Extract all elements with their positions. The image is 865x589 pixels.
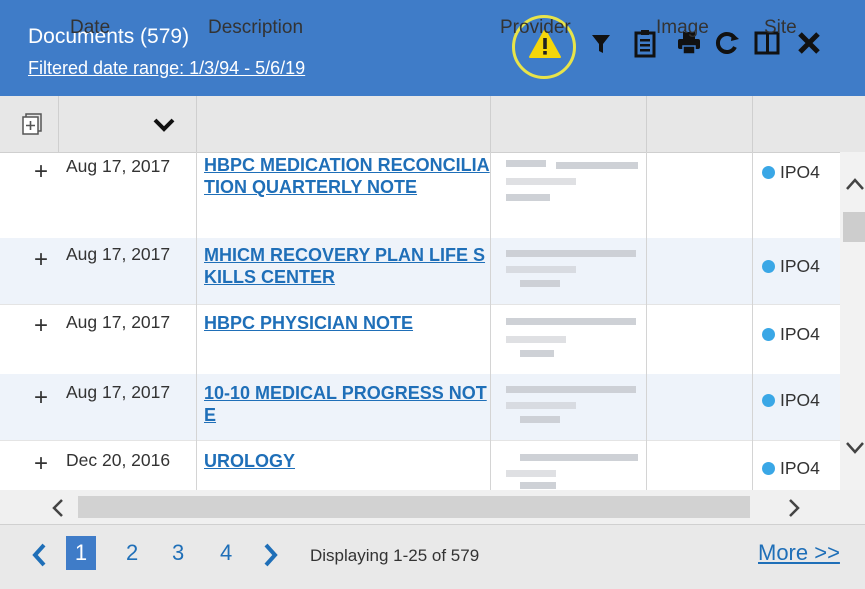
next-page-icon[interactable] xyxy=(262,542,280,568)
row-site: IPO4 xyxy=(762,458,820,479)
row-site: IPO4 xyxy=(762,162,820,183)
site-label: IPO4 xyxy=(780,256,820,276)
documents-table-body: + Aug 17, 2017 HBPC MEDICATION RECONCILI… xyxy=(0,152,840,490)
column-divider xyxy=(490,152,491,490)
column-divider xyxy=(196,96,197,152)
close-icon[interactable] xyxy=(794,27,824,59)
table-row[interactable]: + Dec 20, 2016 UROLOGY IPO4 xyxy=(0,440,840,490)
column-divider xyxy=(646,152,647,490)
scroll-right-icon[interactable] xyxy=(786,498,802,518)
row-description-link[interactable]: HBPC MEDICATION RECONCILIATION QUARTERLY… xyxy=(204,154,492,198)
provider-redacted xyxy=(500,246,642,294)
column-divider xyxy=(752,152,753,490)
expand-all-icon[interactable] xyxy=(22,113,42,135)
table-row[interactable]: + Aug 17, 2017 HBPC PHYSICIAN NOTE IPO4 xyxy=(0,304,840,375)
column-divider xyxy=(490,96,491,152)
row-description-link[interactable]: UROLOGY xyxy=(204,450,492,472)
scroll-down-icon[interactable] xyxy=(845,440,865,456)
column-header-date[interactable]: Date xyxy=(70,17,110,39)
row-description-link[interactable]: 10-10 MEDICAL PROGRESS NOTE xyxy=(204,382,492,426)
more-link[interactable]: More >> xyxy=(758,540,840,566)
refresh-icon[interactable] xyxy=(712,27,742,59)
column-header-site[interactable]: Site xyxy=(764,17,797,39)
displaying-count: Displaying 1-25 of 579 xyxy=(310,546,480,565)
row-date: Dec 20, 2016 xyxy=(66,450,171,470)
provider-redacted xyxy=(500,450,642,490)
table-row[interactable]: + Aug 17, 2017 MHICM RECOVERY PLAN LIFE … xyxy=(0,238,840,305)
row-date: Aug 17, 2017 xyxy=(66,382,171,402)
site-label: IPO4 xyxy=(780,390,820,410)
row-site: IPO4 xyxy=(762,324,820,345)
site-label: IPO4 xyxy=(780,162,820,182)
site-status-dot xyxy=(762,166,775,179)
row-date: Aug 17, 2017 xyxy=(66,244,171,264)
page-2-button[interactable]: 2 xyxy=(126,540,138,566)
documents-panel: Documents (579) Filtered date range: 1/3… xyxy=(0,0,865,589)
chevron-down-icon[interactable] xyxy=(152,115,176,135)
site-status-dot xyxy=(762,260,775,273)
filter-icon[interactable] xyxy=(586,27,616,59)
row-description-link[interactable]: MHICM RECOVERY PLAN LIFE SKILLS CENTER xyxy=(204,244,492,288)
row-expand-button[interactable]: + xyxy=(34,248,48,272)
row-date: Aug 17, 2017 xyxy=(66,156,171,176)
site-status-dot xyxy=(762,394,775,407)
scroll-up-icon[interactable] xyxy=(845,176,865,192)
horizontal-scrollbar-thumb[interactable] xyxy=(78,496,750,518)
row-expand-button[interactable]: + xyxy=(34,314,48,338)
page-1-button[interactable]: 1 xyxy=(66,536,96,570)
vertical-scrollbar-thumb[interactable] xyxy=(843,212,865,242)
column-header-image[interactable]: Image xyxy=(656,17,709,39)
provider-redacted xyxy=(500,156,642,204)
row-expand-button[interactable]: + xyxy=(34,386,48,410)
provider-redacted xyxy=(500,314,642,362)
row-date: Aug 17, 2017 xyxy=(66,312,171,332)
table-row[interactable]: + Aug 17, 2017 10-10 MEDICAL PROGRESS NO… xyxy=(0,374,840,441)
page-3-button[interactable]: 3 xyxy=(172,540,184,566)
column-divider xyxy=(196,152,197,490)
site-status-dot xyxy=(762,462,775,475)
site-label: IPO4 xyxy=(780,458,820,478)
row-expand-button[interactable]: + xyxy=(34,452,48,476)
previous-page-icon[interactable] xyxy=(30,542,48,568)
column-divider xyxy=(752,96,753,152)
row-expand-button[interactable]: + xyxy=(34,160,48,184)
column-header-provider[interactable]: Provider xyxy=(500,17,571,39)
scroll-left-icon[interactable] xyxy=(50,498,66,518)
site-status-dot xyxy=(762,328,775,341)
column-divider xyxy=(646,96,647,152)
table-row[interactable]: + Aug 17, 2017 HBPC MEDICATION RECONCILI… xyxy=(0,152,840,239)
site-label: IPO4 xyxy=(780,324,820,344)
filtered-date-range-link[interactable]: Filtered date range: 1/3/94 - 5/6/19 xyxy=(28,58,305,79)
row-site: IPO4 xyxy=(762,256,820,277)
column-divider xyxy=(58,96,59,152)
provider-redacted xyxy=(500,382,642,430)
row-site: IPO4 xyxy=(762,390,820,411)
row-description-link[interactable]: HBPC PHYSICIAN NOTE xyxy=(204,312,492,334)
column-header-description[interactable]: Description xyxy=(208,17,303,39)
page-4-button[interactable]: 4 xyxy=(220,540,232,566)
column-header-row xyxy=(0,96,865,153)
